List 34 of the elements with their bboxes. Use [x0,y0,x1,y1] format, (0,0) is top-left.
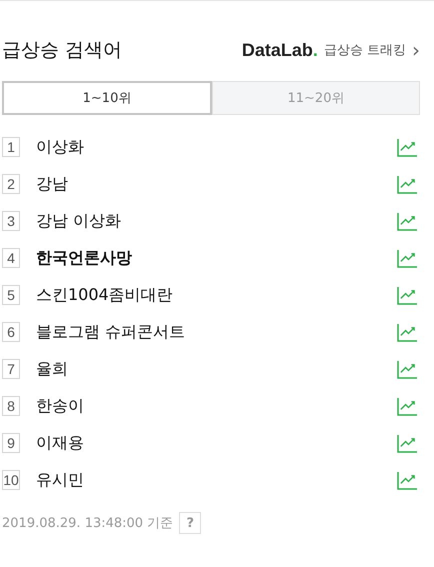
keyword-link[interactable]: 강남 이상화 [36,210,397,232]
keyword-link[interactable]: 율희 [36,358,397,380]
rank-number: 9 [2,433,20,453]
rank-number: 6 [2,322,20,342]
trend-chart-icon[interactable] [397,434,418,452]
keyword-link[interactable]: 유시민 [36,470,397,490]
trend-chart-icon[interactable] [397,174,418,194]
trend-chart-icon[interactable] [397,322,418,342]
rank-number: 5 [2,285,20,305]
keyword-link[interactable]: 강남 [36,174,397,194]
rank-number: 10 [2,470,20,490]
rank-number: 7 [2,359,20,379]
rank-number: 1 [2,137,20,157]
keyword-link[interactable]: 한국언론사망 [36,248,397,268]
trend-tracking-link[interactable]: DataLab. 급상승 트래킹 › [242,40,420,60]
trend-chart-icon[interactable] [397,470,418,490]
trend-chart-icon[interactable] [397,212,418,230]
trend-chart-icon[interactable] [397,396,418,416]
rank-number: 4 [2,248,20,268]
keyword-link[interactable]: 블로그램 슈퍼콘서트 [36,322,397,342]
keyword-link[interactable]: 이재용 [36,432,397,454]
keyword-link[interactable]: 한송이 [36,396,397,416]
trend-chart-icon[interactable] [397,286,418,304]
rank-number: 2 [2,174,20,194]
keyword-link[interactable]: 이상화 [36,136,397,158]
keyword-link[interactable]: 스킨1004좀비대란 [36,284,397,306]
rank-number: 3 [2,211,20,231]
rank-number: 8 [2,396,20,416]
trend-chart-icon[interactable] [397,248,418,268]
trend-chart-icon[interactable] [397,138,418,156]
trend-chart-icon[interactable] [397,360,418,378]
rank-tab[interactable]: 1~10위 [2,81,212,115]
timestamp: 2019.08.29. 13:48:00 기준 [2,515,174,532]
section-title: 급상승 검색어 [2,38,122,63]
